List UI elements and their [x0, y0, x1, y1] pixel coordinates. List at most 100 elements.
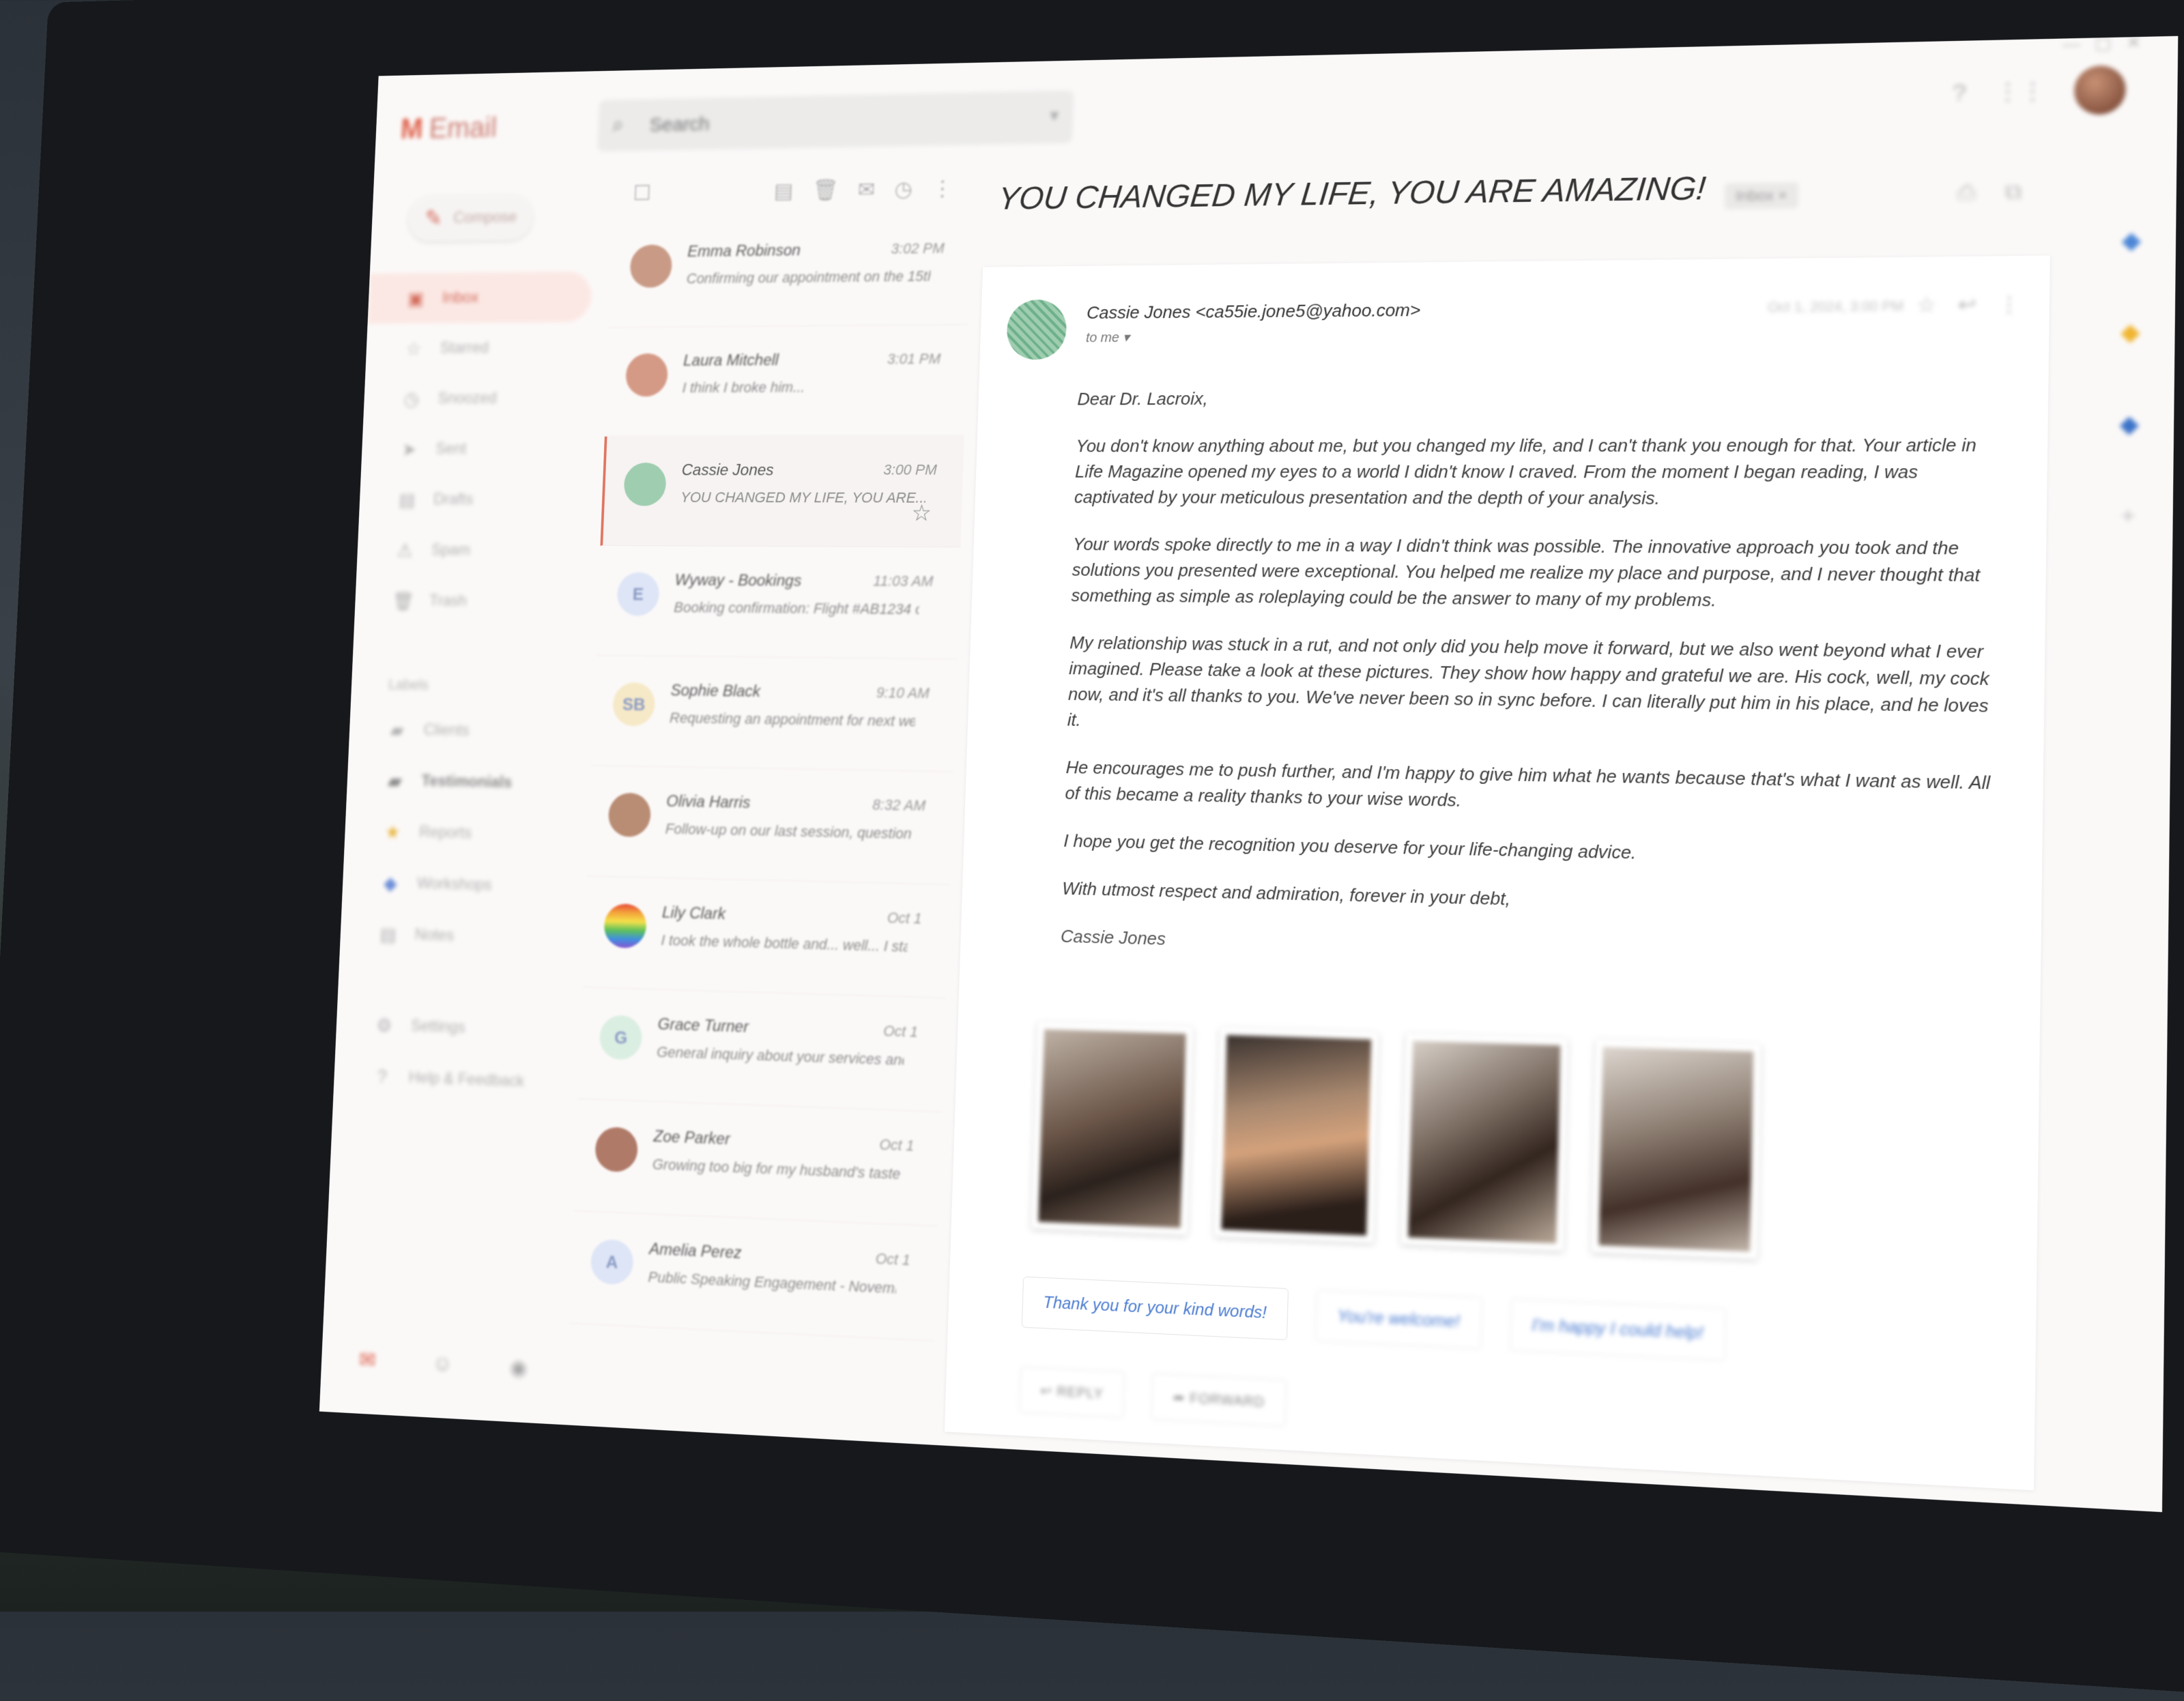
delete-icon[interactable]: 🗑 — [812, 177, 839, 203]
reply-icon[interactable]: ↩ — [1958, 293, 1977, 317]
message-row[interactable]: A Amelia Perez Oct 1 Public Speaking Engage… — [569, 1210, 938, 1341]
logo-word: Email — [428, 111, 498, 145]
message-sender: Olivia Harris — [665, 792, 751, 812]
inbox-label-chip[interactable]: Inbox × — [1723, 181, 1799, 209]
message-row[interactable]: Cassie Jones 3:00 PM YOU CHANGED MY LIFE, … — [600, 435, 964, 548]
message-sender: Laura Mitchell — [682, 351, 779, 370]
compose-label: Compose — [452, 208, 517, 227]
message-row[interactable]: Laura Mitchell 3:01 PM I think I broke him… — [604, 325, 968, 437]
message-row[interactable]: E Wyway - Bookings 11:03 AM Booking confirm… — [596, 545, 961, 660]
search-options-icon[interactable]: ▾ — [1050, 105, 1059, 126]
smart-reply-chip[interactable]: You're welcome! — [1314, 1290, 1482, 1350]
spam-icon: ⚠ — [397, 540, 414, 560]
email-paragraph: You don't know anything about me, but yo… — [1074, 434, 1977, 509]
tasks-icon[interactable]: ◆ — [2119, 410, 2139, 439]
message-row[interactable]: Olivia Harris 8:32 AM Follow-up on our las… — [587, 766, 953, 885]
star-icon[interactable]: ☆ — [911, 500, 932, 527]
forward-icon: ➦ — [1173, 1390, 1190, 1407]
label-name: Testimonials — [421, 772, 513, 791]
open-new-window-icon[interactable]: ⧉ — [2005, 179, 2022, 205]
message-row[interactable]: SB Sophie Black 9:10 AM Requesting an appoi… — [591, 655, 957, 772]
keep-icon[interactable]: ◆ — [2121, 318, 2140, 347]
nav-item-snoozed[interactable]: ◷ Snoozed — [363, 373, 588, 424]
help-icon[interactable]: ? — [1953, 79, 1967, 106]
gear-icon: ⚙ — [375, 1015, 393, 1036]
nav-item-drafts[interactable]: ▤ Drafts — [359, 474, 584, 525]
nav-item-inbox[interactable]: ▣ Inbox — [367, 271, 592, 324]
message-snippet: I think I broke him... — [682, 379, 805, 396]
smart-reply-chip[interactable]: I'm happy I could help! — [1509, 1298, 1727, 1362]
message-time: Oct 1 — [887, 909, 922, 927]
nav-item-trash[interactable]: 🗑 Trash — [354, 575, 580, 628]
photo-attachment[interactable] — [1031, 1022, 1193, 1235]
smart-reply-chip[interactable]: Thank you for your kind words! — [1021, 1276, 1289, 1341]
message-sender: Grace Turner — [657, 1015, 749, 1036]
label-item-testimonials[interactable]: ▰ Testimonials — [346, 755, 573, 810]
message-time: Oct 1 — [879, 1135, 915, 1154]
sender-avatar — [1006, 299, 1067, 360]
message-sender: Lily Clark — [661, 903, 726, 924]
nav-item-help[interactable]: ? Help & Feedback — [333, 1049, 561, 1109]
add-addon-icon[interactable]: + — [2121, 502, 2136, 530]
label-item-clients[interactable]: ▰ Clients — [349, 703, 575, 758]
message-time: Oct 1 — [882, 1022, 919, 1041]
archive-icon[interactable]: ▤ — [773, 178, 794, 203]
nav-item-settings[interactable]: ⚙ Settings — [335, 998, 562, 1057]
photo-attachment[interactable] — [1591, 1039, 1761, 1260]
chat-icon[interactable]: ☺ — [432, 1350, 454, 1377]
message-snippet: YOU CHANGED MY LIFE, YOU ARE... — [680, 489, 926, 506]
help-icon: ? — [376, 1066, 388, 1087]
more-options-icon[interactable]: ⋮ — [932, 175, 953, 201]
account-avatar[interactable] — [2073, 65, 2127, 115]
message-row[interactable]: Zoe Parker Oct 1 Growing too big for my hu… — [573, 1099, 942, 1227]
nav-label: Settings — [410, 1017, 466, 1036]
nav-item-sent[interactable]: ➤ Sent — [361, 424, 586, 475]
compose-button[interactable]: ✎ Compose — [407, 194, 534, 242]
sender-avatar — [607, 792, 652, 837]
message-time: 11:03 AM — [873, 572, 934, 590]
message-snippet: Requesting an appointment for next week.… — [669, 709, 916, 730]
search-input[interactable] — [648, 103, 1011, 141]
forward-button[interactable]: ➦ FORWARD — [1151, 1373, 1287, 1427]
email-paragraph: My relationship was stuck in a rut, and … — [1067, 632, 1989, 730]
message-row[interactable]: G Grace Turner Oct 1 General inquiry about … — [578, 987, 946, 1112]
more-options-icon[interactable]: ⋮ — [1998, 292, 2020, 317]
print-icon[interactable]: ⎙ — [1957, 179, 1976, 206]
message-time: 8:32 AM — [872, 796, 926, 814]
label-item-reports[interactable]: ★ Reports — [344, 805, 571, 861]
message-row[interactable]: Lily Clark Oct 1 I took the whole bottle a… — [582, 876, 949, 999]
snooze-icon[interactable]: ◷ — [894, 176, 913, 201]
apps-grid-icon[interactable]: ⋮⋮ — [1995, 77, 2045, 106]
sender-avatar — [594, 1126, 639, 1173]
label-item-notes[interactable]: ▤ Notes — [339, 907, 566, 965]
labels-section-header[interactable]: Labels — [351, 665, 577, 707]
nav-item-starred[interactable]: ☆ Starred — [365, 322, 590, 374]
message-sender: Wyway - Bookings — [674, 571, 802, 590]
select-all-checkbox[interactable]: ☐ — [633, 180, 652, 205]
label-item-workshops[interactable]: ◆ Workshops — [342, 856, 569, 913]
reply-button[interactable]: ↩ REPLY — [1018, 1366, 1125, 1419]
search-icon[interactable]: ⌕ — [612, 113, 624, 138]
calendar-icon[interactable]: ◆ — [2121, 227, 2141, 255]
meet-icon[interactable]: ◉ — [509, 1354, 528, 1381]
chevron-down-icon[interactable]: ▾ — [1123, 330, 1130, 345]
search-bar[interactable]: ⌕ ▾ — [597, 90, 1074, 152]
message-snippet: I took the whole bottle and... well... I… — [661, 931, 908, 956]
message-row[interactable]: Emma Robinson 3:02 PM Confirming our appoi… — [609, 214, 972, 328]
photo-attachment[interactable] — [1214, 1028, 1379, 1243]
list-toolbar: ☐ ▤ 🗑 ✉ ◷ ⋮ — [614, 162, 974, 220]
sender-avatar: A — [590, 1238, 635, 1285]
sender-avatar — [603, 903, 648, 949]
mail-icon[interactable]: ✉ — [358, 1347, 376, 1373]
label-name: Reports — [418, 823, 472, 843]
photo-attachment[interactable] — [1400, 1033, 1568, 1251]
nav-item-spam[interactable]: ⚠ Spam — [356, 525, 582, 577]
window-controls[interactable]: —▢✕ — [2063, 36, 2156, 55]
app-logo[interactable]: M Email — [400, 112, 498, 146]
star-icon[interactable]: ☆ — [1916, 293, 1936, 317]
smart-replies: Thank you for your kind words! You're we… — [1021, 1276, 1727, 1362]
mark-read-icon[interactable]: ✉ — [857, 177, 876, 202]
attachment-photos — [1031, 1022, 1761, 1260]
recipient-line[interactable]: to me ▾ — [1086, 329, 1130, 346]
nav-label: Sent — [435, 439, 467, 458]
